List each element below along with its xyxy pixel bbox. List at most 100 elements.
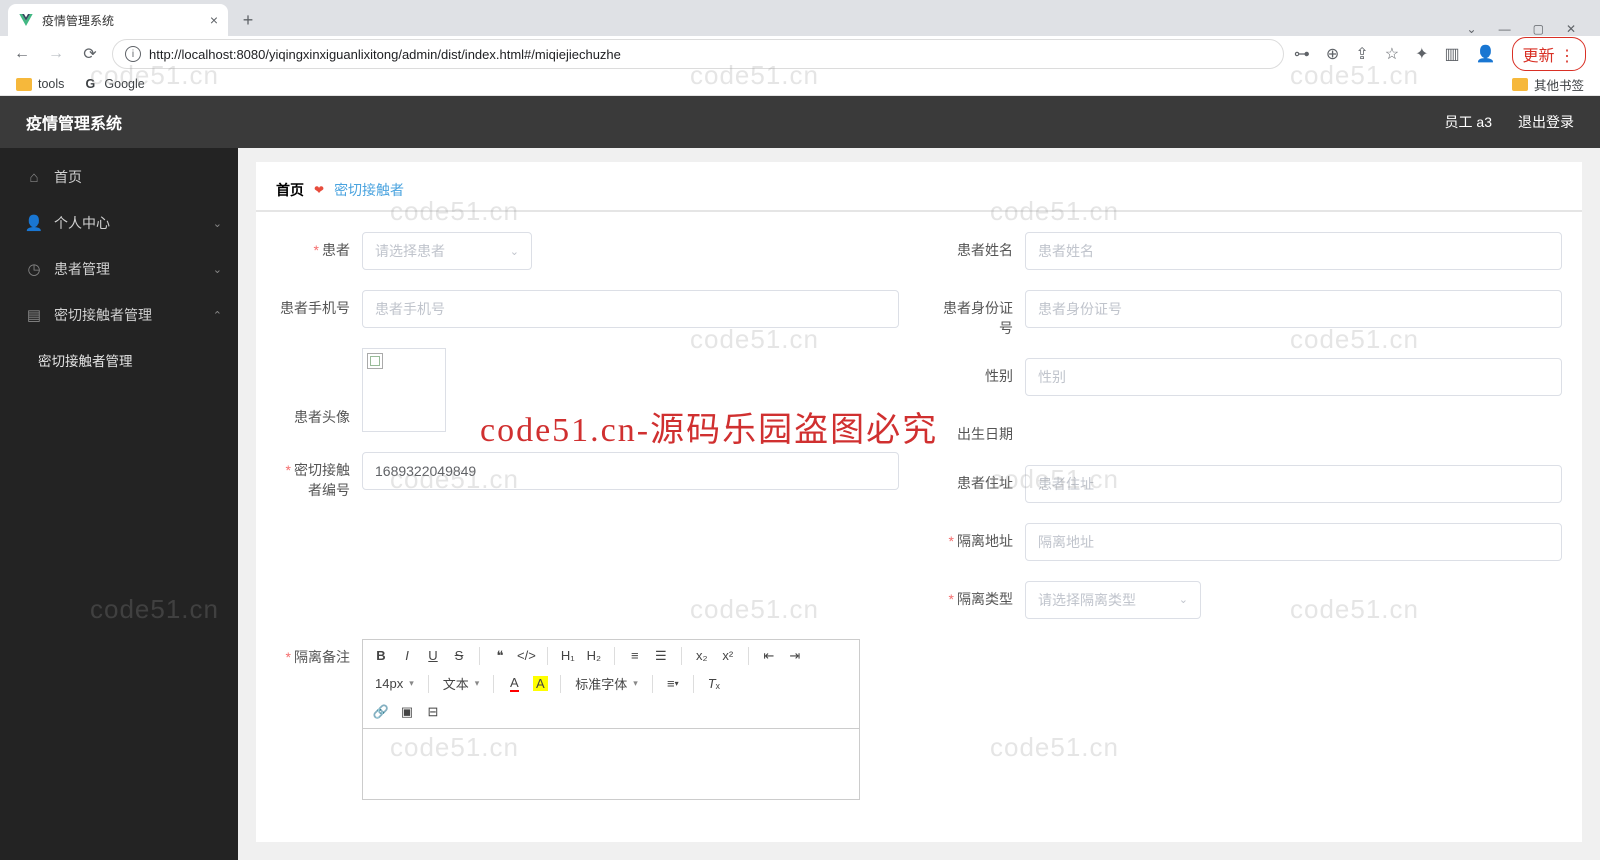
chrome-dropdown-icon[interactable]: ⌄ [1467,22,1477,36]
sidebar-item-home[interactable]: ⌂ 首页 [0,154,238,200]
bookmark-other[interactable]: 其他书签 [1512,75,1584,94]
sidebar: ⌂ 首页 👤 个人中心 ⌄ ◷ 患者管理 ⌄ ▤ 密切接触者管理 ⌃ 密切接触者… [0,148,238,860]
forward-button[interactable]: → [44,42,68,66]
block-format-select[interactable]: 文本▾ [437,674,486,693]
home-icon: ⌂ [26,169,42,185]
form-panel: 首页 ❤ 密切接触者 *患者 请选择患者⌄ 患者手机 [256,162,1582,842]
main-content: 首页 ❤ 密切接触者 *患者 请选择患者⌄ 患者手机 [238,148,1600,860]
subscript-icon[interactable]: x₂ [690,644,714,668]
folder-icon [16,78,32,91]
label-patient: *患者 [276,232,362,261]
input-patient-idnum[interactable] [1025,290,1562,328]
back-button[interactable]: ← [10,42,34,66]
editor-toolbar: B I U S ❝ </> H₁ H [363,640,859,729]
ordered-list-icon[interactable]: ≡ [623,644,647,668]
maximize-window-icon[interactable]: ▢ [1533,22,1544,36]
input-addr[interactable] [1025,465,1562,503]
logout-button[interactable]: 退出登录 [1518,112,1574,132]
google-icon: G [82,76,98,92]
app-title: 疫情管理系统 [26,110,122,134]
user-icon: 👤 [26,215,42,231]
reload-button[interactable]: ⟳ [78,42,102,66]
share-icon[interactable]: ⇪ [1355,44,1368,64]
outdent-icon[interactable]: ⇤ [757,644,781,668]
heart-icon: ❤ [314,183,324,197]
label-gender: 性别 [939,358,1025,387]
input-gender[interactable] [1025,358,1562,396]
side-panel-icon[interactable]: ▥ [1444,44,1459,64]
list-icon: ▤ [26,307,42,323]
sidebar-item-patient[interactable]: ◷ 患者管理 ⌄ [0,246,238,292]
breadcrumb: 首页 ❤ 密切接触者 [256,162,1582,212]
underline-icon[interactable]: U [421,644,445,668]
select-iso-type[interactable]: 请选择隔离类型⌄ [1025,581,1201,619]
bookmark-star-icon[interactable]: ☆ [1385,44,1399,64]
label-iso-addr: *隔离地址 [939,523,1025,552]
bg-color-icon[interactable]: A [528,672,552,696]
select-patient[interactable]: 请选择患者⌄ [362,232,532,270]
font-size-select[interactable]: 14px▾ [369,676,420,691]
input-contact-no[interactable] [362,452,899,490]
label-contact-no: *密切接触者编号 [276,452,362,500]
chevron-down-icon: ⌄ [510,245,519,258]
url-text: http://localhost:8080/yiqingxinxiguanlix… [149,47,621,62]
quote-icon[interactable]: ❝ [488,644,512,668]
broken-image-icon [367,353,383,369]
site-info-icon[interactable]: i [125,46,141,62]
image-icon[interactable]: ▣ [395,700,419,724]
editor-body[interactable] [363,729,859,799]
indent-icon[interactable]: ⇥ [783,644,807,668]
app-header: 疫情管理系统 员工 a3 退出登录 [0,96,1600,148]
user-label[interactable]: 员工 a3 [1445,112,1492,132]
key-icon[interactable]: ⊶ [1294,44,1310,64]
sidebar-item-contact[interactable]: ▤ 密切接触者管理 ⌃ [0,292,238,338]
input-patient-phone[interactable] [362,290,899,328]
new-tab-button[interactable]: + [234,6,262,34]
chevron-down-icon: ⌄ [213,217,222,230]
label-birthday: 出生日期 [939,416,1025,445]
label-patient-idnum: 患者身份证号 [939,290,1025,338]
link-icon[interactable]: 🔗 [369,700,393,724]
zoom-icon[interactable]: ⊕ [1326,44,1339,64]
align-icon[interactable]: ≡▾ [661,672,685,696]
vue-favicon-icon [18,12,34,28]
update-button[interactable]: 更新 ⋮ [1512,37,1586,71]
h2-icon[interactable]: H₂ [582,644,606,668]
chevron-up-icon: ⌃ [213,309,222,322]
input-patient-name[interactable] [1025,232,1562,270]
text-color-icon[interactable]: A [502,672,526,696]
label-patient-avatar: 患者头像 [276,348,362,428]
strike-icon[interactable]: S [447,644,471,668]
url-input[interactable]: i http://localhost:8080/yiqingxinxiguanl… [112,39,1284,69]
h1-icon[interactable]: H₁ [556,644,580,668]
sidebar-subitem-contact[interactable]: 密切接触者管理 [0,338,238,382]
bookmark-google[interactable]: GGoogle [82,76,144,92]
bookmark-tools[interactable]: tools [16,77,64,91]
browser-chrome: 疫情管理系统 × + ⌄ — ▢ ✕ ← → ⟳ i http://localh… [0,0,1600,96]
extensions-icon[interactable]: ✦ [1415,44,1428,64]
input-iso-addr[interactable] [1025,523,1562,561]
font-family-select[interactable]: 标准字体▾ [569,674,644,693]
sidebar-item-personal[interactable]: 👤 个人中心 ⌄ [0,200,238,246]
breadcrumb-home[interactable]: 首页 [276,180,304,200]
avatar-upload[interactable] [362,348,446,432]
tab-bar: 疫情管理系统 × + ⌄ — ▢ ✕ [0,0,1600,36]
unordered-list-icon[interactable]: ☰ [649,644,673,668]
label-iso-type: *隔离类型 [939,581,1025,610]
label-addr: 患者住址 [939,465,1025,494]
browser-tab[interactable]: 疫情管理系统 × [8,4,228,36]
close-window-icon[interactable]: ✕ [1566,22,1576,36]
superscript-icon[interactable]: x² [716,644,740,668]
bold-icon[interactable]: B [369,644,393,668]
profile-icon[interactable]: 👤 [1476,44,1496,64]
tab-title: 疫情管理系统 [42,12,114,29]
breadcrumb-current: 密切接触者 [334,180,404,200]
chevron-down-icon: ⌄ [1179,593,1188,606]
italic-icon[interactable]: I [395,644,419,668]
close-tab-icon[interactable]: × [210,12,218,28]
clock-icon: ◷ [26,261,42,277]
video-icon[interactable]: ⊟ [421,700,445,724]
code-icon[interactable]: </> [514,644,539,668]
minimize-window-icon[interactable]: — [1499,22,1511,36]
clear-format-icon[interactable]: Tₓ [702,672,726,696]
